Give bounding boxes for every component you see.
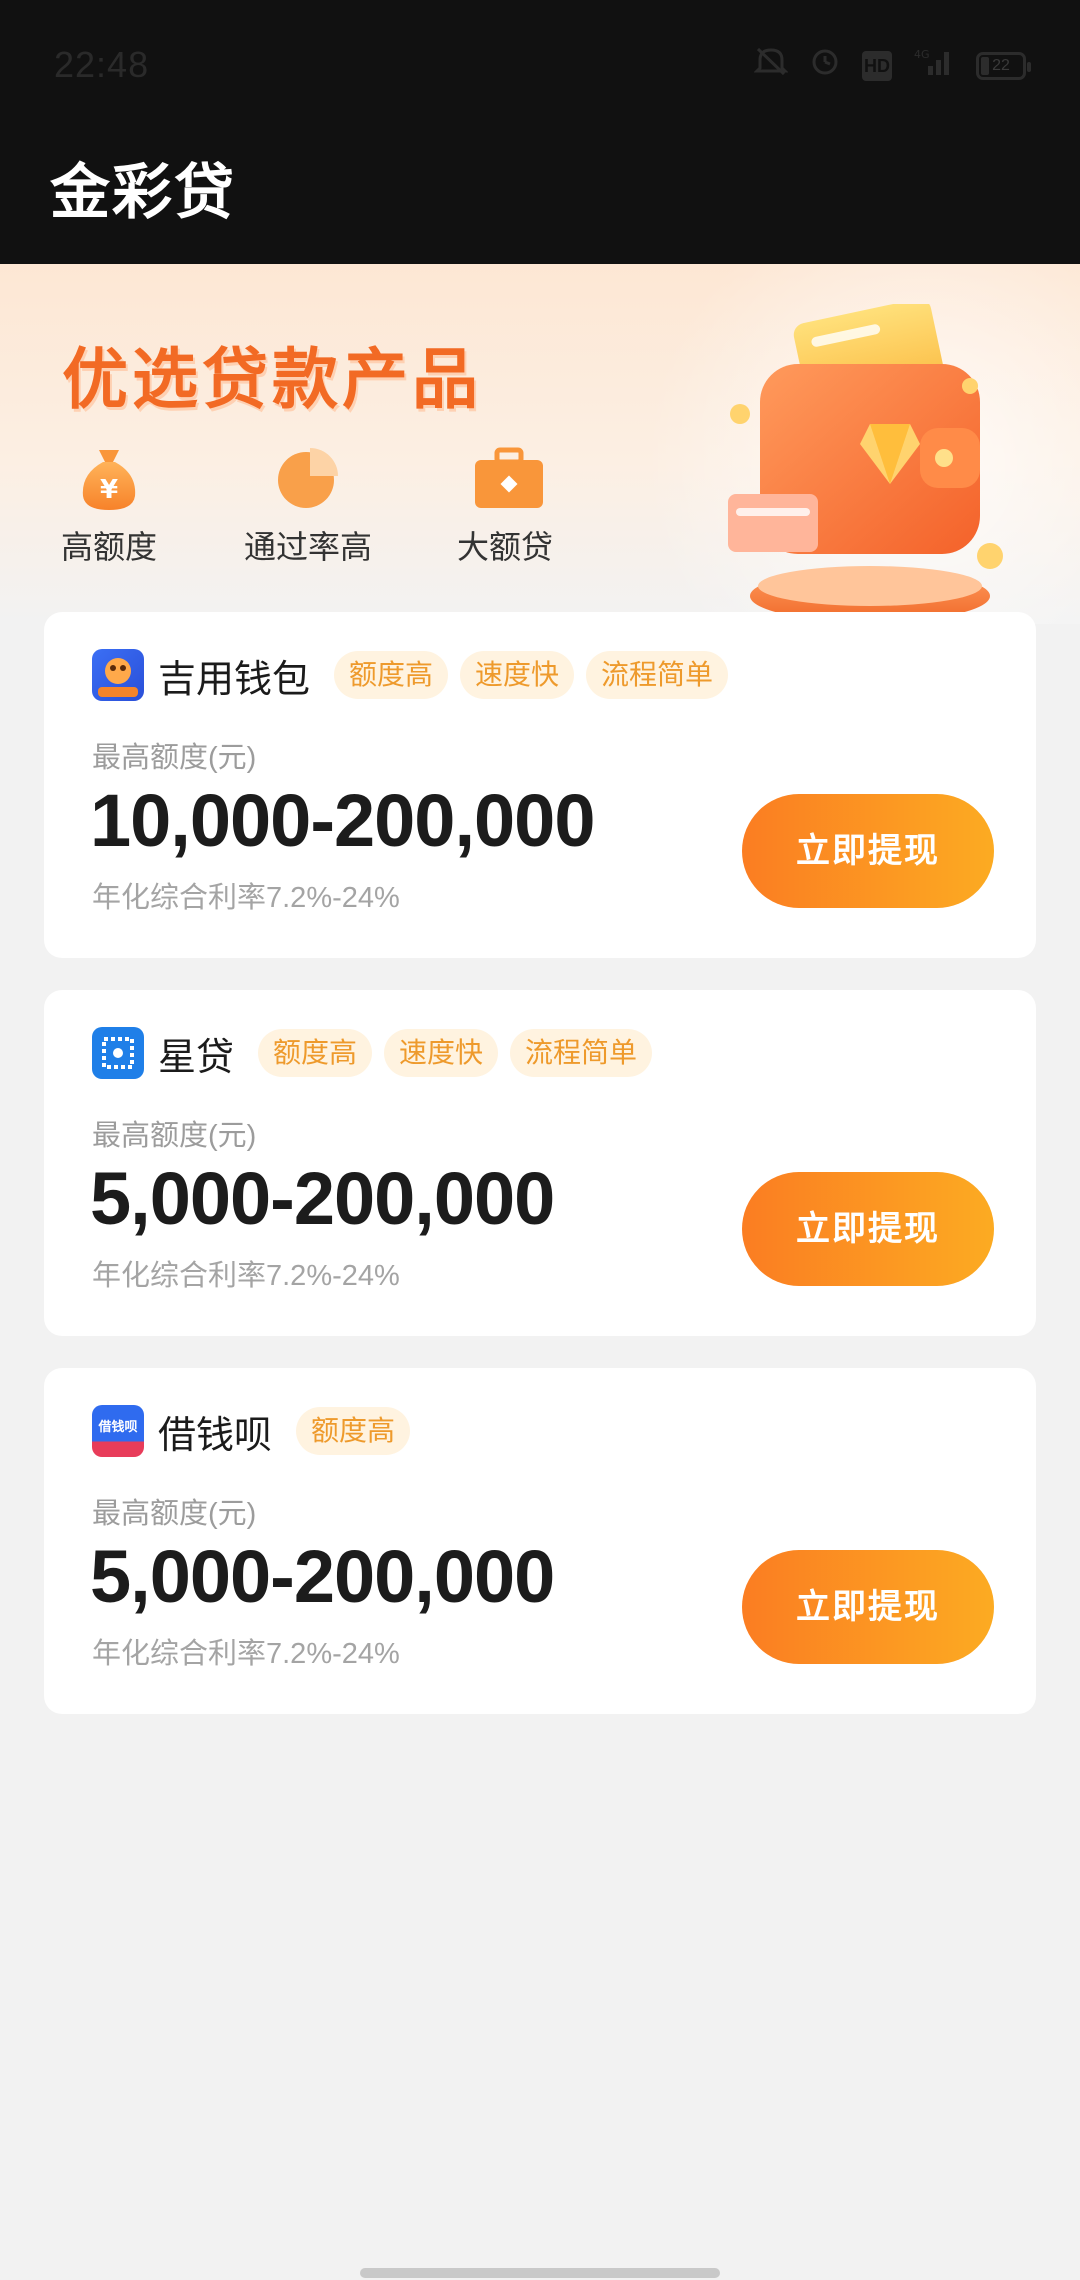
signal-icon: 4G (914, 46, 954, 87)
mute-icon (753, 46, 789, 87)
feature-pass-rate: 通过率高 (240, 444, 376, 568)
home-indicator[interactable] (360, 2268, 720, 2278)
briefcase-icon (473, 444, 543, 512)
jieqianbei-logo: 借钱呗 (92, 1405, 144, 1457)
alarm-icon (810, 46, 840, 87)
interest-rate: 年化综合利率7.2%-24% (92, 1638, 400, 1670)
product-tag: 速度快 (384, 1029, 499, 1077)
feature-label: 通过率高 (243, 529, 372, 565)
product-header: 吉用钱包 额度高 速度快 流程简单 (92, 648, 740, 702)
interest-rate: 年化综合利率7.2%-24% (92, 882, 400, 914)
battery-level: 22 (992, 57, 1010, 74)
product-tag: 额度高 (296, 1407, 411, 1455)
feature-label: 大额贷 (456, 529, 553, 565)
xingdai-logo (92, 1027, 144, 1079)
withdraw-now-button[interactable]: 立即提现 (742, 1172, 994, 1286)
product-header: 星贷 额度高 速度快 流程简单 (92, 1026, 664, 1080)
top-bar: 22:48 HD 4G 22 金彩贷 (0, 0, 1080, 264)
battery-icon: 22 (976, 52, 1031, 80)
feature-large-loan: 大额贷 (454, 444, 556, 568)
status-icons: HD 4G 22 (753, 46, 1031, 87)
withdraw-now-button[interactable]: 立即提现 (742, 794, 994, 908)
product-header: 借钱呗 借钱呗 额度高 (92, 1404, 422, 1458)
promo-banner: 优选贷款产品 ¥ 高额度 通过率高 大额贷 (0, 264, 1080, 624)
page-title: 金彩贷 (50, 159, 236, 226)
product-card[interactable]: 借钱呗 借钱呗 额度高 最高额度(元) 5,000-200,000 年化综合利率… (44, 1368, 1036, 1714)
jiyong-wallet-logo (92, 649, 144, 701)
product-name: 吉用钱包 (158, 658, 311, 701)
withdraw-now-button[interactable]: 立即提现 (742, 1550, 994, 1664)
feature-high-limit: ¥ 高额度 (58, 444, 160, 568)
product-card[interactable]: 吉用钱包 额度高 速度快 流程简单 最高额度(元) 10,000-200,000… (44, 612, 1036, 958)
pie-chart-icon (276, 444, 340, 512)
product-name: 借钱呗 (158, 1414, 273, 1457)
product-tag: 流程简单 (510, 1029, 653, 1077)
banner-headline: 优选贷款产品 (62, 342, 482, 416)
product-tag: 流程简单 (586, 651, 729, 699)
amount-range: 5,000-200,000 (90, 1157, 555, 1240)
product-card[interactable]: 星贷 额度高 速度快 流程简单 最高额度(元) 5,000-200,000 年化… (44, 990, 1036, 1336)
status-time: 22:48 (54, 44, 150, 85)
logo-text: 借钱呗 (97, 1419, 137, 1435)
product-name: 星贷 (158, 1036, 235, 1079)
wallet-illustration (720, 298, 1020, 624)
product-tag: 额度高 (258, 1029, 373, 1077)
interest-rate: 年化综合利率7.2%-24% (92, 1260, 400, 1292)
amount-label: 最高额度(元) (92, 1498, 257, 1530)
amount-label: 最高额度(元) (92, 1120, 257, 1152)
product-tag: 额度高 (334, 651, 449, 699)
network-label: 4G (914, 48, 930, 61)
hd-icon: HD (862, 51, 892, 81)
amount-range: 5,000-200,000 (90, 1535, 555, 1618)
amount-range: 10,000-200,000 (90, 779, 595, 862)
amount-label: 最高额度(元) (92, 742, 257, 774)
money-bag-icon: ¥ (77, 444, 141, 512)
product-tag: 速度快 (460, 651, 575, 699)
feature-label: 高额度 (60, 529, 157, 565)
svg-text:¥: ¥ (100, 475, 118, 505)
